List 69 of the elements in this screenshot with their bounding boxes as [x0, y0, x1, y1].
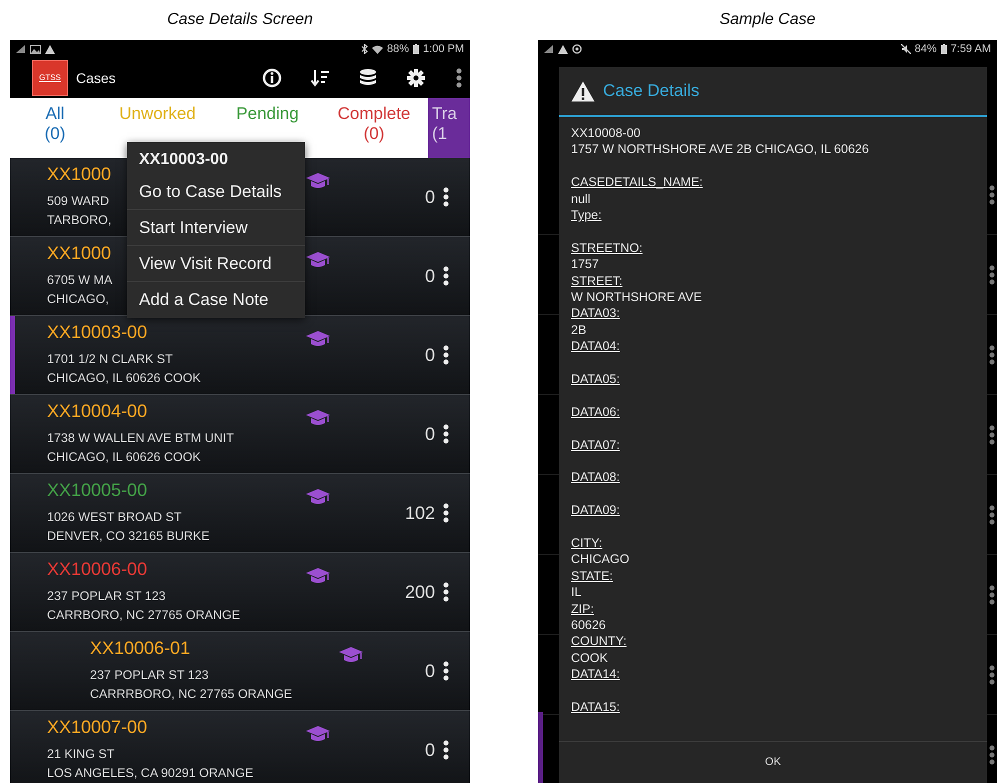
case-address: 1026 WEST BROAD ST — [47, 509, 182, 526]
status-time: 1:00 PM — [423, 42, 464, 57]
case-id: XX1000 — [47, 242, 112, 265]
case-id: XX10003-00 — [47, 321, 148, 344]
case-address: CHICAGO, — [47, 291, 109, 308]
field-label: STATE: — [571, 568, 614, 584]
case-count: 0 — [424, 264, 436, 288]
field-value: 1757 — [571, 256, 600, 273]
figure-caption: Sample Case — [719, 10, 816, 30]
case-address: 509 WARD — [47, 193, 110, 210]
field-value: 1757 W NORTHSHORE AVE 2B CHICAGO, IL 60626 — [571, 141, 870, 158]
menu-title: XX10003-00 — [138, 150, 229, 170]
case-address: 237 POPLAR ST 123 — [90, 667, 209, 684]
field-label: DATA03: — [571, 305, 621, 322]
status-time: 7:59 AM — [950, 42, 991, 57]
field-label: STREETNO: — [571, 240, 644, 256]
field-label: DATA15: — [571, 699, 621, 716]
case-count: 200 — [404, 580, 436, 604]
case-id: XX10007-00 — [47, 716, 148, 739]
field-label: DATA14: — [571, 666, 621, 683]
field-value: IL — [571, 584, 582, 601]
field-value: COOK — [571, 650, 609, 666]
battery-percent: 88% — [387, 42, 410, 57]
dialog-title: Case Details — [603, 80, 700, 102]
case-address: CARRRBORO, NC 27765 ORANGE — [90, 686, 292, 703]
app-title: Cases — [76, 68, 117, 88]
case-address: CARRBORO, NC 27765 ORANGE — [47, 607, 240, 624]
case-address: 237 POPLAR ST 123 — [47, 588, 166, 605]
case-count: 102 — [404, 502, 436, 524]
case-address: 1701 1/2 N CLARK ST — [47, 351, 173, 368]
field-label: DATA06: — [571, 404, 621, 420]
figure-caption: Case Details Screen — [167, 10, 313, 30]
case-id: XX10004-00 — [47, 400, 148, 423]
field-label: DATA09: — [571, 502, 621, 519]
case-address: 21 KING ST — [47, 746, 114, 763]
field-value: XX10008-00 — [571, 125, 642, 142]
case-address: CHICAGO, IL 60626 COOK — [47, 370, 201, 387]
case-id: XX10006-01 — [90, 637, 190, 660]
field-label: DATA08: — [571, 469, 621, 486]
battery-percent: 84% — [914, 42, 937, 57]
field-label: ZIP: — [571, 600, 595, 618]
field-label: CITY: — [571, 535, 604, 552]
field-label: DATA07: — [571, 436, 621, 454]
case-address: 6705 W MA — [47, 272, 112, 289]
field-label: DATA05: — [571, 371, 621, 388]
case-address: LOS ANGELES, CA 90291 ORANGE — [47, 765, 254, 782]
case-id: XX10006-00 — [47, 558, 148, 581]
field-label: STREET: — [571, 272, 624, 290]
field-label: CASEDETAILS_NAME: — [571, 174, 704, 191]
case-count: 0 — [424, 738, 436, 762]
case-id: XX10005-00 — [47, 479, 148, 502]
case-count: 0 — [424, 422, 436, 446]
field-label: Type: — [571, 207, 603, 224]
case-address: CHICAGO, IL 60626 COOK — [47, 449, 201, 466]
field-label: DATA04: — [571, 338, 621, 355]
case-address: DENVER, CO 32165 BURKE — [47, 528, 210, 545]
case-id: XX1000 — [47, 163, 112, 186]
case-count: 0 — [424, 344, 436, 366]
case-count: 0 — [424, 660, 436, 682]
field-label: COUNTY: — [571, 633, 628, 650]
field-value: null — [571, 190, 592, 208]
case-count: 0 — [424, 186, 436, 208]
case-address: TARBORO, — [47, 212, 112, 229]
case-address: 1738 W WALLEN AVE BTM UNIT — [47, 430, 234, 447]
field-value: W NORTHSHORE AVE — [571, 289, 703, 306]
field-value: CHICAGO — [571, 551, 630, 568]
app-logo: GTSS — [32, 60, 68, 96]
field-value: 2B — [571, 322, 588, 338]
field-value: 60626 — [571, 617, 607, 634]
